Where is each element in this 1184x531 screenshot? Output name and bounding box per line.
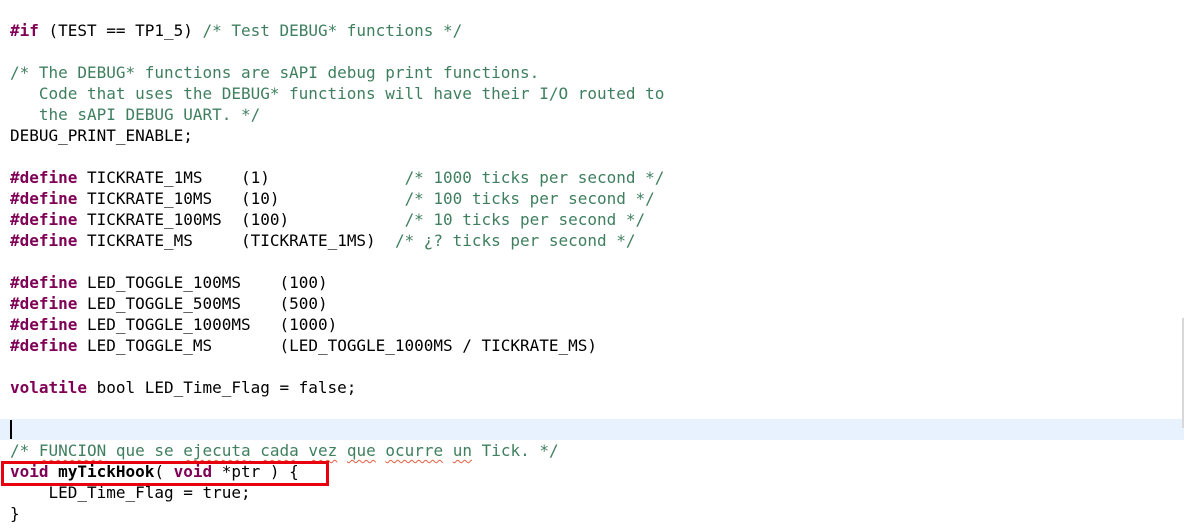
spellcheck-word: que — [346, 441, 376, 460]
spellcheck-word: vez — [308, 441, 338, 460]
current-line-highlight — [0, 419, 1184, 440]
keyword: volatile — [10, 378, 87, 397]
comment-text — [337, 441, 347, 460]
keyword: #define — [10, 294, 78, 313]
keyword: #define — [10, 189, 78, 208]
comment: /* 1000 ticks per second */ — [404, 168, 665, 187]
code-line-if: #if (TEST == TP1_5) /* Test DEBUG* funct… — [10, 20, 462, 41]
spellcheck-word: cada — [260, 441, 299, 460]
keyword: #define — [10, 315, 78, 334]
keyword: #define — [10, 168, 78, 187]
function-body-line: LED_Time_Flag = true; — [10, 483, 251, 502]
code-text: bool LED_Time_Flag = false; — [86, 378, 357, 397]
comment-line: /* The DEBUG* functions are sAPI debug p… — [10, 63, 540, 82]
keyword: #define — [10, 231, 78, 250]
code-text: LED_TOGGLE_100MS (100) — [77, 273, 328, 292]
code-editor[interactable]: #if (TEST == TP1_5) /* Test DEBUG* funct… — [0, 0, 1184, 531]
comment: /* ¿? ticks per second */ — [394, 231, 636, 250]
define-line: #define TICKRATE_10MS (10) /* 100 ticks … — [10, 188, 655, 209]
define-line: #define TICKRATE_1MS (1) /* 1000 ticks p… — [10, 167, 664, 188]
comment: /* 10 ticks per second */ — [404, 210, 646, 229]
comment-line: the sAPI DEBUG UART. */ — [10, 105, 261, 124]
code-text: LED_TOGGLE_MS (LED_TOGGLE_1000MS / TICKR… — [77, 336, 598, 355]
function-comment-line: /* FUNCION que se ejecuta cada vez que o… — [10, 440, 559, 461]
code-text: TICKRATE_1MS (1) — [77, 168, 405, 187]
variable-declaration-line: volatile bool LED_Time_Flag = false; — [10, 377, 356, 398]
keyword: #if — [10, 21, 39, 40]
code-text: LED_TOGGLE_500MS (500) — [77, 294, 328, 313]
spellcheck-word: ocurre — [385, 441, 444, 460]
comment: /* Test DEBUG* functions */ — [202, 21, 463, 40]
spellcheck-word: ejecuta — [183, 441, 251, 460]
keyword: #define — [10, 336, 78, 355]
spellcheck-word: un — [452, 441, 472, 460]
comment-text: Tick. */ — [471, 441, 559, 460]
comment-text: que se — [106, 441, 184, 460]
comment-text — [299, 441, 309, 460]
define-line: #define LED_TOGGLE_1000MS (1000) — [10, 314, 337, 335]
define-line: #define LED_TOGGLE_MS (LED_TOGGLE_1000MS… — [10, 335, 597, 356]
comment: /* 100 ticks per second */ — [404, 189, 655, 208]
code-text: (TEST == TP1_5) — [38, 21, 203, 40]
spellcheck-word: FUNCION — [38, 441, 107, 460]
code-line: DEBUG_PRINT_ENABLE; — [10, 126, 193, 145]
define-line: #define TICKRATE_MS (TICKRATE_1MS) /* ¿?… — [10, 230, 636, 251]
keyword: #define — [10, 273, 78, 292]
comment-text — [251, 441, 261, 460]
define-line: #define LED_TOGGLE_500MS (500) — [10, 293, 328, 314]
closing-brace-line: } — [10, 504, 20, 523]
code-text: TICKRATE_100MS (100) — [77, 210, 405, 229]
define-line: #define TICKRATE_100MS (100) /* 10 ticks… — [10, 209, 645, 230]
text-caret — [10, 420, 12, 439]
code-text: TICKRATE_10MS (10) — [77, 189, 405, 208]
comment-text: /* — [10, 441, 39, 460]
comment-text — [376, 441, 386, 460]
comment-text — [443, 441, 453, 460]
define-line: #define LED_TOGGLE_100MS (100) — [10, 272, 328, 293]
keyword: #define — [10, 210, 78, 229]
comment-line: Code that uses the DEBUG* functions will… — [10, 84, 665, 103]
code-text: TICKRATE_MS (TICKRATE_1MS) — [77, 231, 395, 250]
code-text: LED_TOGGLE_1000MS (1000) — [77, 315, 338, 334]
